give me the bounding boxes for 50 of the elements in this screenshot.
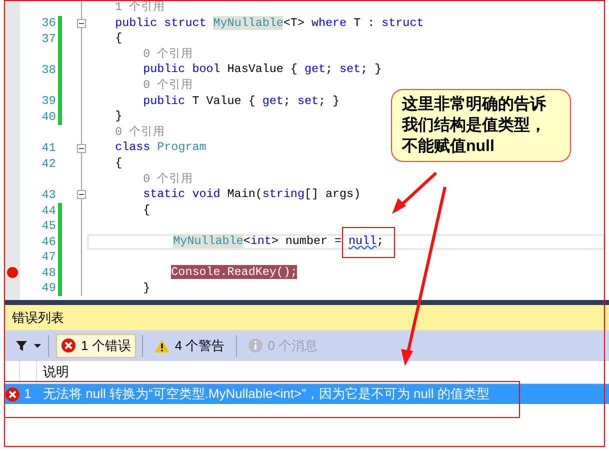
- info-icon: [248, 338, 263, 353]
- filter-icon[interactable]: [16, 340, 27, 351]
- line-number: 43: [42, 188, 56, 202]
- code-line: public T Value { get; set; }: [142, 92, 340, 110]
- code-line: {: [142, 202, 150, 219]
- error-number: 1: [23, 385, 32, 404]
- line-number: 47: [42, 250, 56, 264]
- warning-icon: [154, 338, 170, 352]
- code-line: {: [114, 154, 122, 172]
- reference-count[interactable]: 0 个引用: [87, 124, 166, 142]
- code-line: {: [114, 30, 122, 48]
- line-number: 36: [42, 16, 56, 30]
- panel-title: 错误列表: [12, 308, 64, 327]
- code-line: }: [114, 108, 122, 126]
- reference-count[interactable]: 0 个引用: [87, 46, 194, 64]
- line-number: 44: [42, 204, 56, 218]
- filter-button[interactable]: 1 个错误: [56, 334, 136, 358]
- code-line: class Program: [114, 139, 206, 156]
- reference-count[interactable]: 1 个引用: [87, 0, 166, 17]
- line-number: 46: [42, 234, 56, 249]
- line-number: 38: [42, 63, 56, 78]
- line-number: 45: [42, 219, 56, 234]
- breakpoint-margin[interactable]: [4, 0, 20, 300]
- error-row[interactable]: 1 无法将 null 转换为“可空类型.MyNullable<int>”，因为它是不可为 null 的值类型: [4, 384, 609, 404]
- code-line: public bool HasValue { get; set; }: [142, 61, 382, 78]
- column-header[interactable]: 说明: [43, 362, 69, 382]
- collapse-icon[interactable]: [77, 144, 86, 153]
- breakpoint-icon[interactable]: [6, 267, 18, 278]
- line-number: 41: [42, 141, 56, 156]
- collapse-icon[interactable]: [77, 18, 86, 28]
- error-description: 无法将 null 转换为“可空类型.MyNullable<int>”，因为它是不可为 null 的值类型: [42, 385, 490, 404]
- line-number: 39: [42, 94, 56, 108]
- line-number: 42: [42, 156, 56, 171]
- line-number: 49: [42, 281, 56, 296]
- line-number: 37: [42, 32, 56, 46]
- highlight-frame: [342, 227, 395, 258]
- error-icon: [61, 338, 76, 353]
- caret-icon[interactable]: [34, 344, 41, 348]
- reference-count[interactable]: 0 个引用: [87, 77, 194, 95]
- error-icon: [4, 386, 20, 402]
- code-line: static void Main(string[] args): [142, 186, 361, 204]
- code-line: }: [142, 280, 150, 297]
- filter-button[interactable]: 4 个警告: [148, 334, 230, 358]
- callout-text: 这里非常明确的告诉我们结构是值类型，不能赋值null: [402, 94, 547, 157]
- line-number: 40: [42, 110, 56, 124]
- code-line: public struct MyNullable<T> where T : struct: [114, 14, 424, 32]
- collapse-icon[interactable]: [77, 190, 86, 200]
- reference-count[interactable]: 0 个引用: [87, 170, 194, 188]
- line-number: 48: [42, 266, 56, 280]
- code-line: MyNullable<int> number = null;: [172, 232, 384, 250]
